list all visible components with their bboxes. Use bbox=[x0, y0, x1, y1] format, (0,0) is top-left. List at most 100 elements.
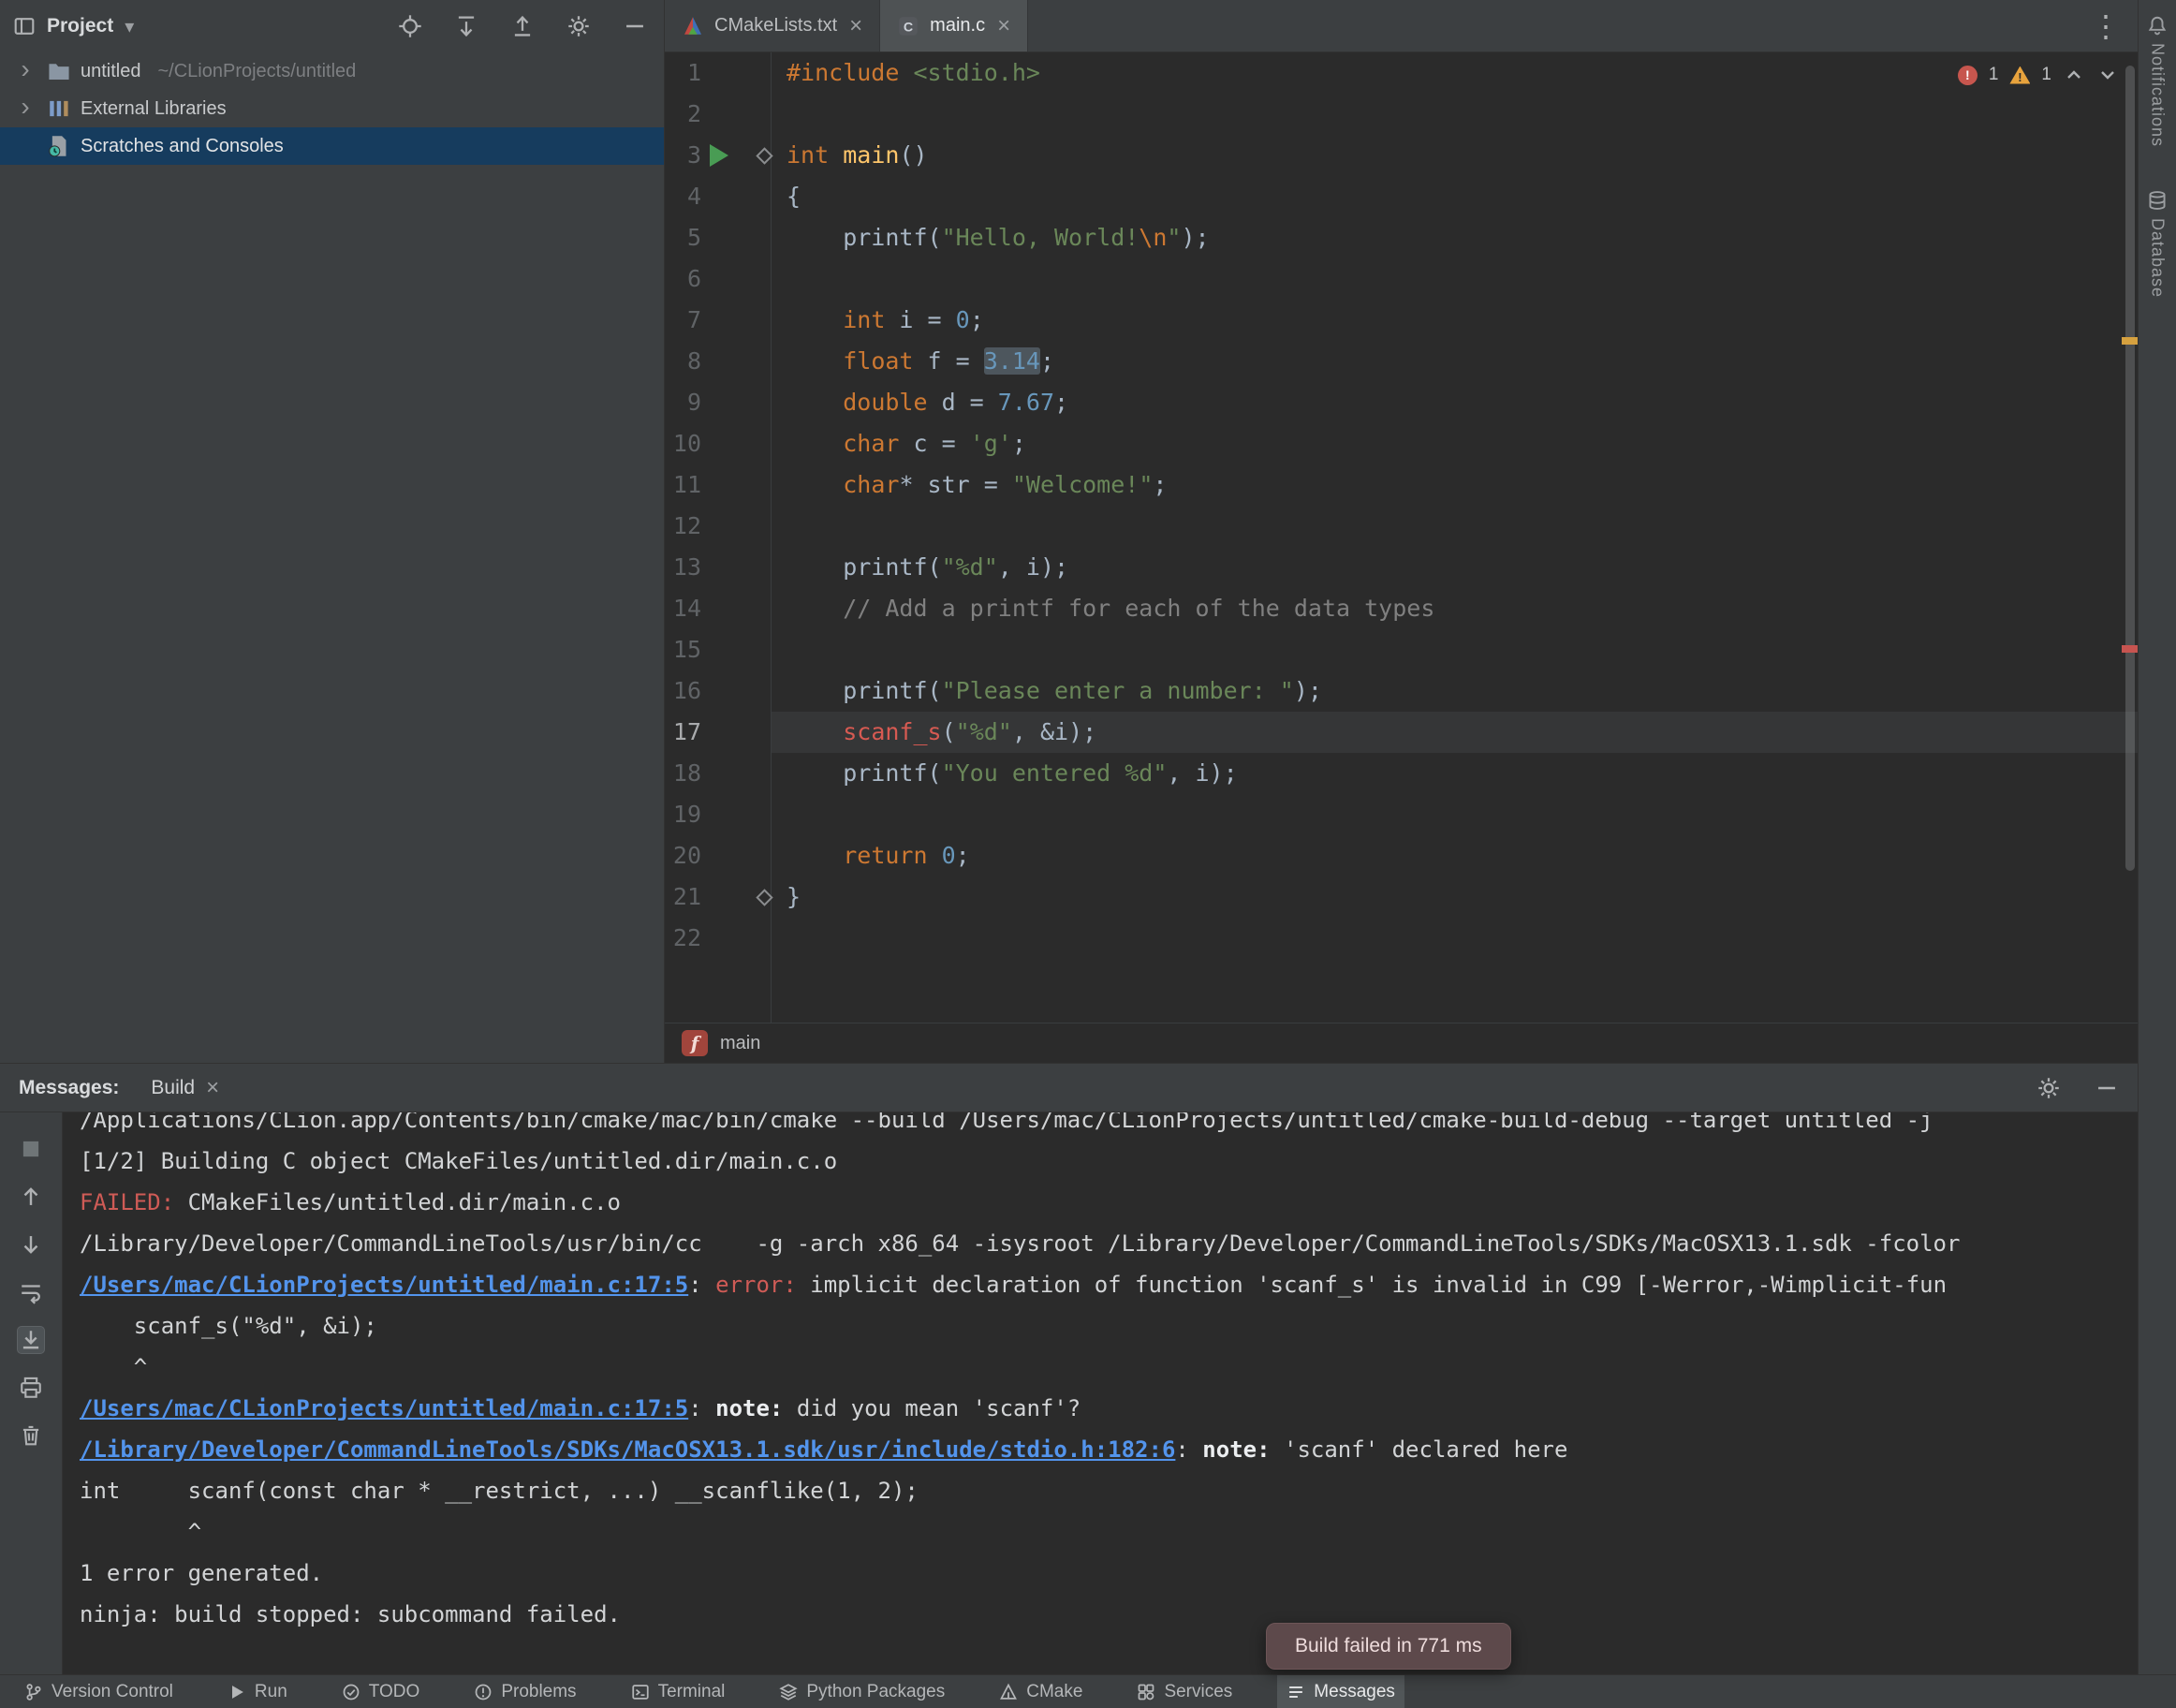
close-icon[interactable]: × bbox=[206, 1075, 219, 1101]
tab-build[interactable]: Build × bbox=[151, 1075, 219, 1101]
line-number[interactable]: 9 bbox=[665, 382, 771, 423]
collapse-all-icon[interactable] bbox=[510, 14, 535, 38]
prev-problem-icon[interactable] bbox=[2063, 64, 2085, 86]
close-icon[interactable]: × bbox=[997, 13, 1010, 39]
warning-count[interactable]: 1 bbox=[2041, 65, 2051, 85]
panel-title[interactable]: Project bbox=[47, 15, 113, 37]
line-number[interactable]: 1 bbox=[665, 52, 771, 94]
line-number[interactable]: 4 bbox=[665, 176, 771, 217]
tree-item-scratches-and-consoles[interactable]: Scratches and Consoles bbox=[0, 127, 664, 165]
chevron-right-icon[interactable]: › bbox=[13, 51, 37, 88]
warning-icon[interactable]: ! bbox=[2009, 66, 2030, 84]
line-number[interactable]: 17 bbox=[665, 712, 771, 753]
warning-stripe-mark[interactable] bbox=[2122, 337, 2138, 345]
function-icon: f bbox=[682, 1030, 708, 1056]
code-line-5[interactable]: printf("Hello, World!\n"); bbox=[787, 217, 2138, 258]
status-messages[interactable]: Messages bbox=[1277, 1675, 1404, 1708]
code-line-15[interactable] bbox=[787, 629, 2138, 670]
stripe-item-notifications[interactable]: Notifications bbox=[2147, 15, 2168, 147]
chevron-down-icon[interactable]: ▾ bbox=[125, 15, 134, 38]
code-line-3[interactable]: int main() bbox=[787, 135, 2138, 176]
breadcrumb-item[interactable]: main bbox=[720, 1033, 760, 1054]
console-link[interactable]: /Users/mac/CLionProjects/untitled/main.c… bbox=[80, 1272, 688, 1298]
line-number[interactable]: 19 bbox=[665, 794, 771, 835]
code-line-7[interactable]: int i = 0; bbox=[787, 300, 2138, 341]
code-line-19[interactable] bbox=[787, 794, 2138, 835]
gear-icon[interactable] bbox=[2036, 1076, 2061, 1100]
line-number[interactable]: 13 bbox=[665, 547, 771, 588]
status-todo[interactable]: TODO bbox=[332, 1675, 430, 1708]
trash-button[interactable] bbox=[17, 1421, 45, 1450]
hide-panel-icon[interactable] bbox=[2095, 1076, 2119, 1100]
line-number[interactable]: 5 bbox=[665, 217, 771, 258]
code-line-4[interactable]: { bbox=[787, 176, 2138, 217]
status-terminal[interactable]: Terminal bbox=[622, 1675, 735, 1708]
tree-item-external-libraries[interactable]: ›External Libraries bbox=[0, 90, 664, 127]
expand-all-icon[interactable] bbox=[454, 14, 478, 38]
code-line-8[interactable]: float f = 3.14; bbox=[787, 341, 2138, 382]
run-gutter-icon[interactable] bbox=[710, 144, 728, 167]
status-cmake[interactable]: CMake bbox=[990, 1675, 1092, 1708]
select-opened-file-icon[interactable] bbox=[398, 14, 422, 38]
scroll-end-button[interactable] bbox=[17, 1326, 45, 1354]
next-problem-icon[interactable] bbox=[2096, 64, 2119, 86]
error-stripe-mark[interactable] bbox=[2122, 645, 2138, 653]
code-line-18[interactable]: printf("You entered %d", i); bbox=[787, 753, 2138, 794]
code-line-2[interactable] bbox=[787, 94, 2138, 135]
code-line-11[interactable]: char* str = "Welcome!"; bbox=[787, 464, 2138, 506]
status-problems[interactable]: Problems bbox=[464, 1675, 585, 1708]
stop-button[interactable] bbox=[17, 1135, 45, 1163]
line-number[interactable]: 6 bbox=[665, 258, 771, 300]
code-line-12[interactable] bbox=[787, 506, 2138, 547]
project-tool-window-icon[interactable] bbox=[13, 15, 36, 37]
status-services[interactable]: Services bbox=[1127, 1675, 1242, 1708]
tab-main-c[interactable]: Cmain.c× bbox=[880, 0, 1028, 52]
line-number[interactable]: 11 bbox=[665, 464, 771, 506]
up-button[interactable] bbox=[17, 1183, 45, 1211]
error-icon[interactable]: ! bbox=[1958, 66, 1978, 85]
code-line-22[interactable] bbox=[787, 918, 2138, 959]
gear-icon[interactable] bbox=[566, 14, 591, 38]
editor-gutter[interactable]: 12345678910111213141516171819202122 bbox=[665, 52, 772, 1023]
console-link[interactable]: /Users/mac/CLionProjects/untitled/main.c… bbox=[80, 1395, 688, 1421]
line-number[interactable]: 18 bbox=[665, 753, 771, 794]
editor[interactable]: 12345678910111213141516171819202122 #inc… bbox=[665, 52, 2138, 1023]
line-number[interactable]: 15 bbox=[665, 629, 771, 670]
status-run[interactable]: Run bbox=[218, 1675, 297, 1708]
line-number[interactable]: 7 bbox=[665, 300, 771, 341]
down-button[interactable] bbox=[17, 1230, 45, 1259]
code-line-1[interactable]: #include <stdio.h> bbox=[787, 52, 2138, 94]
wrap-button[interactable] bbox=[17, 1278, 45, 1306]
status-python-packages[interactable]: Python Packages bbox=[770, 1675, 954, 1708]
build-console[interactable]: /Applications/CLion.app/Contents/bin/cma… bbox=[63, 1112, 2138, 1674]
line-number[interactable]: 22 bbox=[665, 918, 771, 959]
chevron-right-icon[interactable]: › bbox=[13, 88, 37, 125]
line-number[interactable]: 8 bbox=[665, 341, 771, 382]
close-icon[interactable]: × bbox=[849, 13, 862, 39]
line-number[interactable]: 12 bbox=[665, 506, 771, 547]
tab-cmakelists-txt[interactable]: CMakeLists.txt× bbox=[665, 0, 880, 52]
code-line-14[interactable]: // Add a printf for each of the data typ… bbox=[787, 588, 2138, 629]
status-version-control[interactable]: Version Control bbox=[15, 1675, 183, 1708]
code-line-6[interactable] bbox=[787, 258, 2138, 300]
printer-button[interactable] bbox=[17, 1374, 45, 1402]
line-number[interactable]: 16 bbox=[665, 670, 771, 712]
line-number[interactable]: 2 bbox=[665, 94, 771, 135]
stripe-item-database[interactable]: Database bbox=[2147, 190, 2168, 298]
line-number[interactable]: 14 bbox=[665, 588, 771, 629]
console-link[interactable]: /Library/Developer/CommandLineTools/SDKs… bbox=[80, 1436, 1175, 1463]
kebab-menu-icon[interactable]: ⋮ bbox=[2074, 0, 2138, 52]
error-count[interactable]: 1 bbox=[1989, 65, 1999, 85]
tree-item-untitled[interactable]: ›untitled~/CLionProjects/untitled bbox=[0, 52, 664, 90]
code-line-21[interactable]: } bbox=[787, 876, 2138, 918]
code-line-10[interactable]: char c = 'g'; bbox=[787, 423, 2138, 464]
code-line-16[interactable]: printf("Please enter a number: "); bbox=[787, 670, 2138, 712]
editor-scrollbar[interactable] bbox=[2125, 66, 2135, 871]
line-number[interactable]: 10 bbox=[665, 423, 771, 464]
code-line-17[interactable]: scanf_s("%d", &i); bbox=[787, 712, 2138, 753]
code-line-20[interactable]: return 0; bbox=[787, 835, 2138, 876]
code-line-9[interactable]: double d = 7.67; bbox=[787, 382, 2138, 423]
code-line-13[interactable]: printf("%d", i); bbox=[787, 547, 2138, 588]
hide-panel-icon[interactable] bbox=[623, 14, 647, 38]
line-number[interactable]: 20 bbox=[665, 835, 771, 876]
